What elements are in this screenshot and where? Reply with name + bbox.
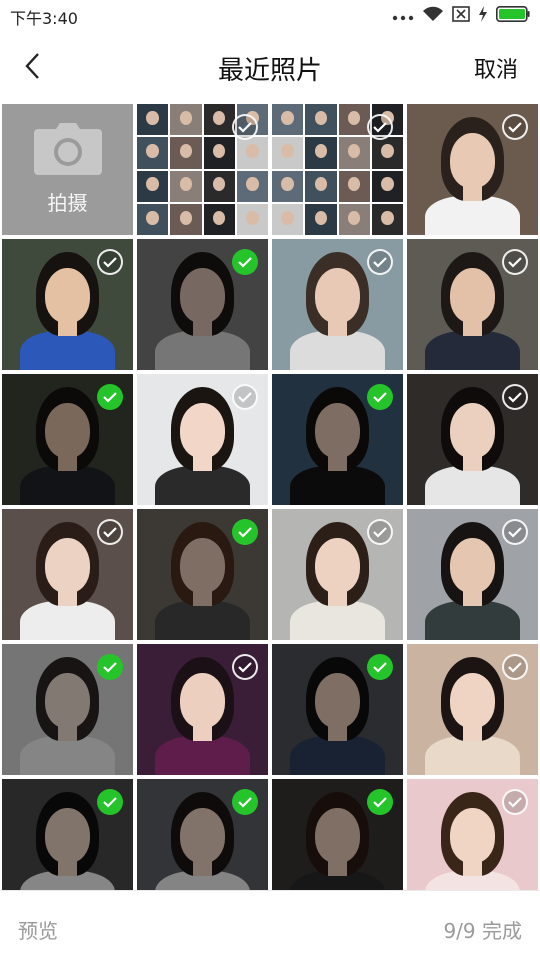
camera-label: 拍摄	[47, 191, 88, 215]
check-selected-icon[interactable]	[97, 654, 123, 680]
photo-thumbnail[interactable]	[2, 239, 133, 370]
photo-thumbnail[interactable]	[272, 509, 403, 640]
check-selected-icon[interactable]	[367, 654, 393, 680]
done-button[interactable]: 9/9 完成	[443, 915, 522, 944]
check-unselected-icon[interactable]	[97, 519, 123, 545]
photo-thumbnail[interactable]	[137, 104, 268, 235]
check-unselected-icon[interactable]	[367, 519, 393, 545]
check-unselected-icon[interactable]	[232, 654, 258, 680]
check-unselected-icon[interactable]	[367, 114, 393, 140]
photo-thumbnail[interactable]	[407, 644, 538, 775]
photo-thumbnail[interactable]	[137, 644, 268, 775]
wifi-icon	[422, 6, 444, 26]
photo-thumbnail[interactable]	[407, 104, 538, 235]
photo-thumbnail[interactable]	[2, 644, 133, 775]
photo-thumbnail[interactable]	[407, 509, 538, 640]
photo-thumbnail[interactable]	[137, 374, 268, 505]
check-unselected-icon[interactable]	[232, 114, 258, 140]
camera-tile[interactable]: 拍摄	[2, 104, 133, 235]
photo-thumbnail[interactable]	[272, 374, 403, 505]
status-bar: 下午3:40	[0, 0, 540, 30]
photo-thumbnail[interactable]	[2, 374, 133, 505]
photo-thumbnail[interactable]	[2, 509, 133, 640]
page-title: 最近照片	[217, 56, 322, 86]
photo-thumbnail[interactable]	[407, 239, 538, 370]
check-unselected-icon[interactable]	[97, 249, 123, 275]
check-unselected-icon[interactable]	[232, 384, 258, 410]
charging-icon	[478, 6, 488, 26]
cancel-button[interactable]: 取消	[474, 52, 518, 84]
photo-thumbnail[interactable]	[137, 239, 268, 370]
check-selected-icon[interactable]	[367, 789, 393, 815]
check-selected-icon[interactable]	[232, 249, 258, 275]
check-unselected-icon[interactable]	[502, 519, 528, 545]
photo-thumbnail[interactable]	[272, 104, 403, 235]
check-unselected-icon[interactable]	[502, 249, 528, 275]
photo-grid: 拍摄	[2, 104, 538, 910]
check-selected-icon[interactable]	[97, 384, 123, 410]
check-selected-icon[interactable]	[232, 789, 258, 815]
more-dots-icon	[392, 7, 414, 26]
status-time: 下午3:40	[10, 9, 78, 28]
battery-icon	[496, 6, 530, 26]
sim-disabled-icon	[452, 6, 470, 26]
check-unselected-icon[interactable]	[502, 789, 528, 815]
check-unselected-icon[interactable]	[367, 249, 393, 275]
photo-thumbnail[interactable]	[272, 239, 403, 370]
check-selected-icon[interactable]	[367, 384, 393, 410]
preview-button[interactable]: 预览	[18, 915, 58, 944]
check-selected-icon[interactable]	[232, 519, 258, 545]
status-icons	[392, 6, 530, 26]
check-selected-icon[interactable]	[97, 789, 123, 815]
bottom-bar: 预览 9/9 完成	[0, 890, 540, 961]
header: 最近照片 取消	[0, 30, 540, 102]
photo-thumbnail[interactable]	[272, 644, 403, 775]
camera-icon	[33, 123, 102, 175]
check-unselected-icon[interactable]	[502, 114, 528, 140]
photo-thumbnail[interactable]	[137, 509, 268, 640]
photo-thumbnail[interactable]	[407, 374, 538, 505]
check-unselected-icon[interactable]	[502, 384, 528, 410]
check-unselected-icon[interactable]	[502, 654, 528, 680]
